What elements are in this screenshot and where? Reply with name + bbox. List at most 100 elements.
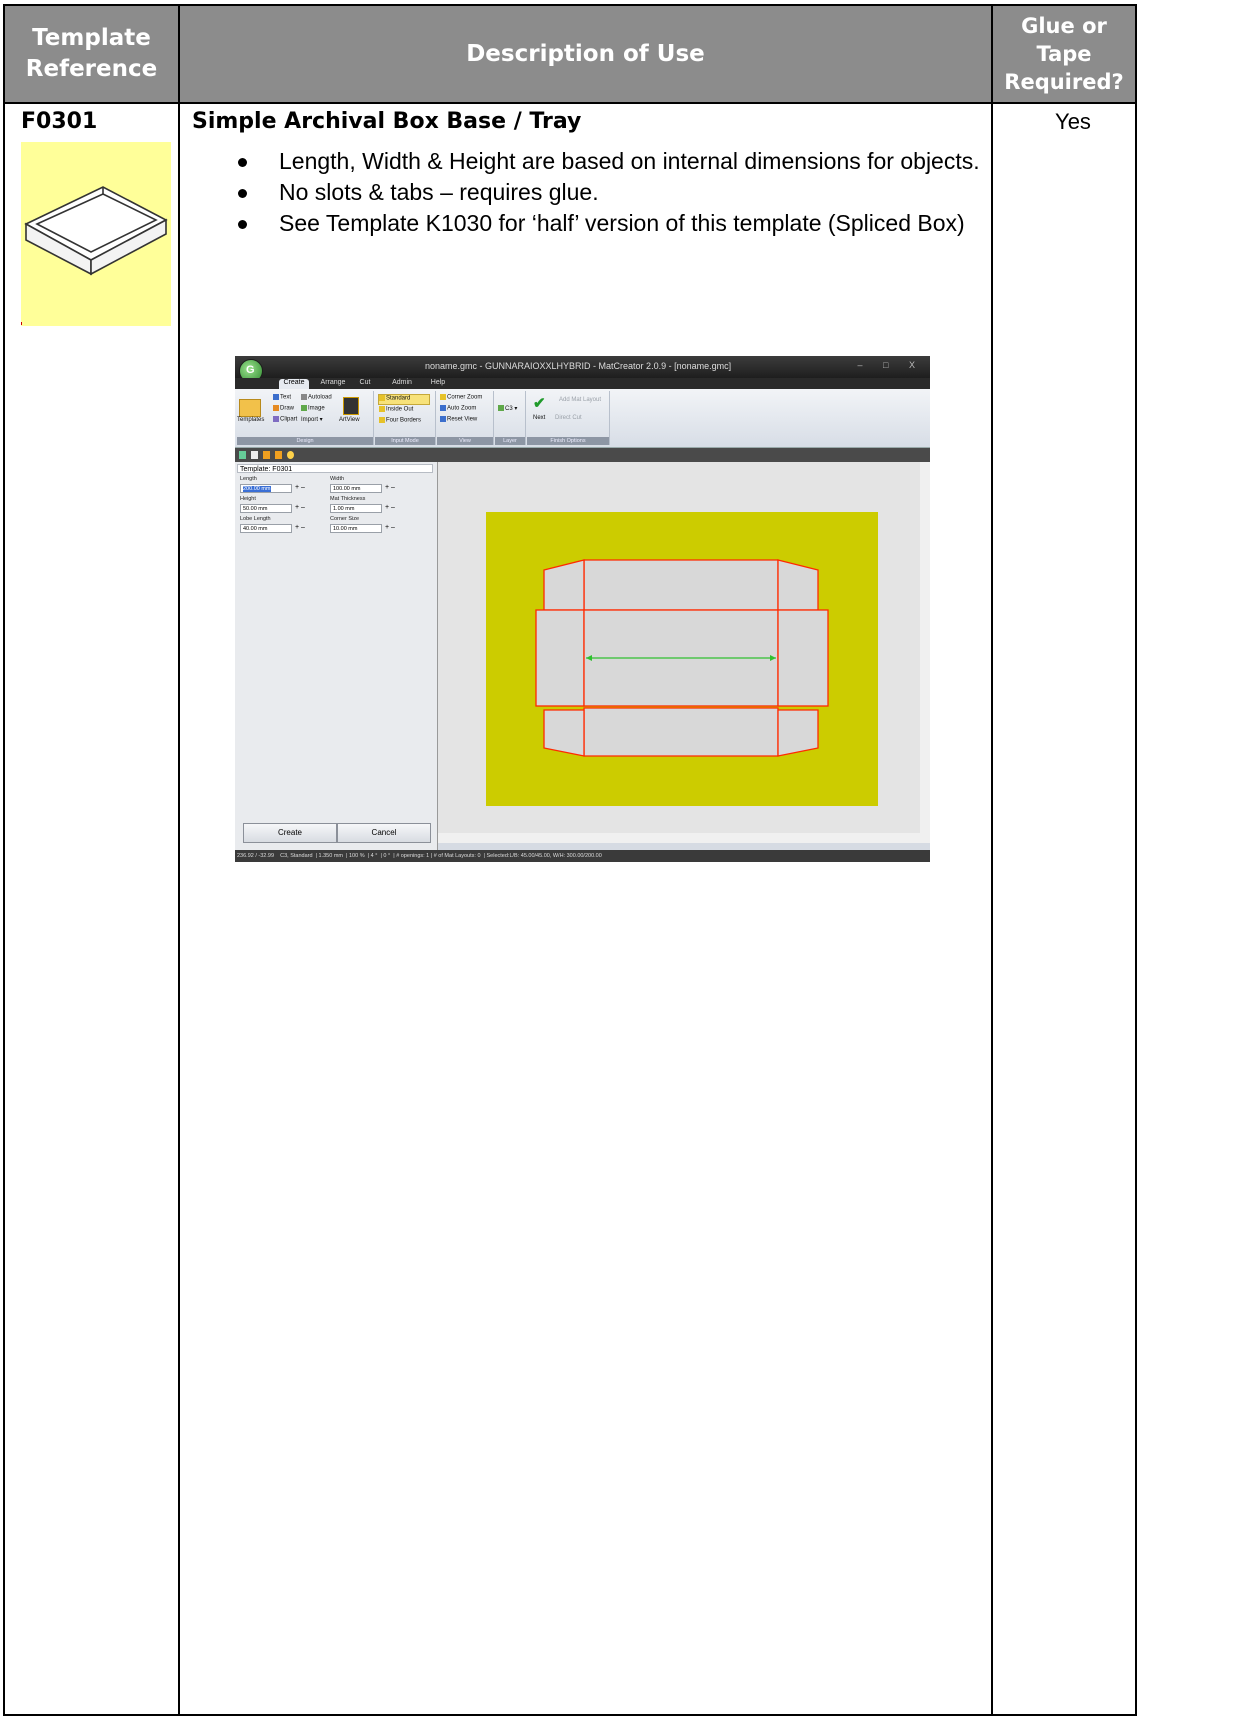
length-input[interactable]: 200.00 mm	[240, 484, 292, 493]
ribbon-group-layer: C3 ▾ Layer	[495, 391, 526, 445]
direct-cut-button[interactable]: Direct Cut	[555, 415, 582, 421]
frame-icon[interactable]	[263, 451, 270, 459]
ribbon-group-finish: ✔ Next Add Mat Layout Direct Cut Finish …	[527, 391, 610, 445]
net-flap-bottom	[583, 707, 779, 757]
tab-cut[interactable]: Cut	[355, 379, 375, 389]
tab-admin[interactable]: Admin	[389, 379, 415, 389]
mat-thickness-input[interactable]: 1.00 mm	[330, 504, 382, 513]
bullet-text: Length, Width & Height are based on inte…	[279, 148, 980, 174]
description-title: Simple Archival Box Base / Tray	[192, 109, 582, 134]
four-borders-label: Four Borders	[386, 417, 422, 424]
standard-icon	[379, 395, 385, 401]
header-line: Tape	[1036, 42, 1092, 66]
mat-board	[486, 512, 878, 806]
reset-view-icon	[440, 416, 446, 422]
template-properties-panel: Template: F0301 Length 200.00 mm + – Wid…	[235, 462, 438, 850]
create-button[interactable]: Create	[243, 823, 337, 843]
text-button[interactable]: Text	[273, 394, 291, 401]
clipart-icon	[273, 416, 279, 422]
bullet-item: See Template K1030 for ‘half’ version of…	[195, 208, 985, 239]
corner-size-input[interactable]: 10.00 mm	[330, 524, 382, 533]
lobe-length-input[interactable]: 40.00 mm	[240, 524, 292, 533]
tab-help[interactable]: Help	[427, 379, 449, 389]
glue-required-value: Yes	[1055, 109, 1091, 134]
templates-button[interactable]: Templates	[237, 417, 264, 423]
header-line: Required?	[1004, 70, 1124, 94]
net-side-left	[535, 609, 585, 707]
inside-out-button[interactable]: Inside Out	[379, 406, 413, 413]
lobe-length-stepper[interactable]: + –	[295, 524, 305, 531]
four-borders-button[interactable]: Four Borders	[379, 417, 421, 424]
width-stepper[interactable]: + –	[385, 484, 395, 491]
rect-icon[interactable]	[275, 451, 282, 459]
corner-zoom-icon	[440, 394, 446, 400]
quick-toolbar	[235, 448, 930, 462]
ribbon-group-design: Templates Text Autoload Draw Image Clipa…	[237, 391, 374, 445]
length-stepper[interactable]: + –	[295, 484, 305, 491]
text-label: Text	[280, 394, 292, 401]
bullet-item: No slots & tabs – requires glue.	[195, 177, 985, 208]
ribbon-group-input-mode: Standard Inside Out Four Borders Input M…	[375, 391, 436, 445]
image-button[interactable]: Image	[301, 405, 325, 412]
corner-size-label: Corner Size	[330, 516, 360, 522]
draw-label: Draw	[280, 405, 295, 412]
corner-size-stepper[interactable]: + –	[385, 524, 395, 531]
autoload-label: Autoload	[308, 394, 332, 401]
mat-thickness-stepper[interactable]: + –	[385, 504, 395, 511]
window-controls[interactable]: – □ X	[858, 360, 924, 370]
auto-zoom-label: Auto Zoom	[447, 405, 477, 412]
standard-label: Standard	[386, 395, 411, 402]
mat-thickness-label: Mat Thickness	[330, 496, 366, 502]
bulb-icon[interactable]	[287, 451, 294, 459]
import-button[interactable]: Import ▾	[301, 416, 323, 423]
bullet-dot	[238, 158, 247, 167]
bullet-text: See Template K1030 for ‘half’ version of…	[279, 210, 965, 236]
layers-icon[interactable]	[239, 451, 246, 459]
box-net-drawing	[535, 559, 829, 757]
standard-button[interactable]: Standard	[378, 394, 430, 405]
tab-arrange[interactable]: Arrange	[317, 379, 349, 389]
corner-zoom-button[interactable]: Corner Zoom	[440, 394, 482, 401]
header-glue: Glue or Tape Required?	[993, 6, 1135, 102]
layer-select[interactable]: C3 ▾	[498, 405, 517, 412]
draw-button[interactable]: Draw	[273, 405, 294, 412]
net-side-right	[777, 609, 829, 707]
window-titlebar: noname.gmc - GUNNARAIOXXLHYBRID - MatCre…	[235, 356, 930, 378]
tab-create[interactable]: Create	[279, 379, 309, 389]
page-icon[interactable]	[251, 451, 258, 459]
clipart-button[interactable]: Clipart	[273, 416, 297, 423]
reset-view-button[interactable]: Reset View	[440, 416, 477, 423]
auto-zoom-button[interactable]: Auto Zoom	[440, 405, 476, 412]
height-input[interactable]: 50.00 mm	[240, 504, 292, 513]
vertical-scrollbar[interactable]	[920, 462, 930, 833]
image-label: Image	[308, 405, 325, 412]
column-divider	[178, 6, 180, 1714]
corner-zoom-label: Corner Zoom	[447, 394, 483, 401]
template-name: Template: F0301	[237, 464, 433, 473]
net-lobe-top-right	[777, 559, 819, 611]
reset-view-label: Reset View	[447, 416, 478, 423]
artview-button[interactable]: ArtView	[339, 417, 360, 423]
artview-icon[interactable]	[343, 397, 359, 415]
four-borders-icon	[379, 417, 385, 423]
status-bar: 236.92 / -32.99 C3, Standard | 1.350 mm …	[235, 850, 930, 862]
image-icon	[301, 405, 307, 411]
autoload-button[interactable]: Autoload	[301, 394, 332, 401]
width-input[interactable]: 100.00 mm	[330, 484, 382, 493]
height-stepper[interactable]: + –	[295, 504, 305, 511]
auto-zoom-icon	[440, 405, 446, 411]
layer-group-label: Layer	[495, 437, 525, 445]
templates-icon[interactable]	[239, 399, 261, 417]
length-label: Length	[240, 476, 257, 482]
add-mat-layout-button[interactable]: Add Mat Layout	[559, 397, 601, 403]
design-group-label: Design	[237, 437, 373, 445]
next-check-icon[interactable]: ✔	[533, 394, 546, 412]
horizontal-scrollbar[interactable]	[438, 833, 930, 843]
next-button[interactable]: Next	[533, 415, 545, 421]
header-line: Template	[32, 25, 151, 51]
header-line: Description of Use	[466, 40, 705, 67]
lobe-length-label: Lobe Length	[240, 516, 271, 522]
design-canvas[interactable]	[438, 462, 930, 833]
cancel-button[interactable]: Cancel	[337, 823, 431, 843]
inside-out-label: Inside Out	[386, 406, 414, 413]
